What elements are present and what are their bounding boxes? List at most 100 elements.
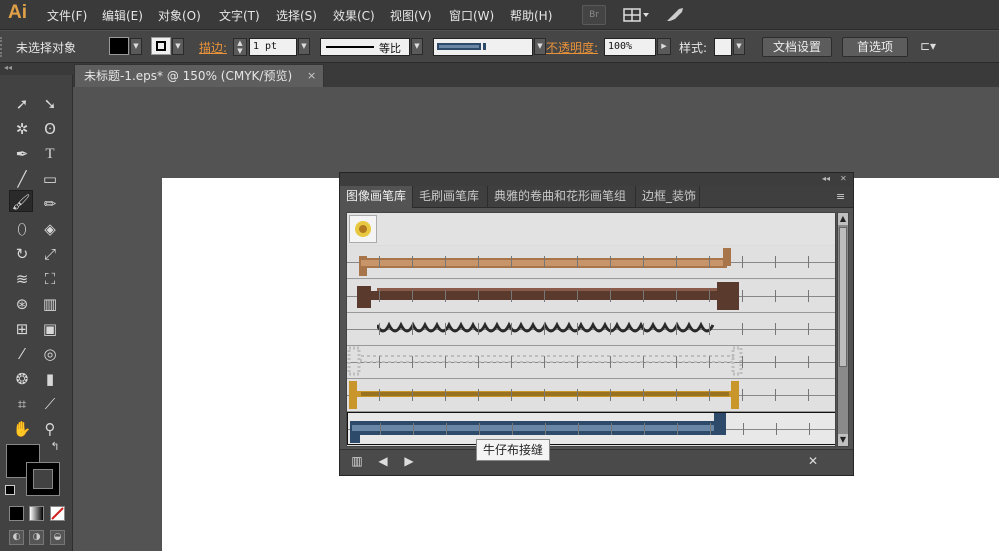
draw-behind-icon[interactable]: ◑ [29,530,44,545]
rectangle-tool-icon[interactable]: ▭ [38,168,62,190]
next-library-icon[interactable]: ▶ [400,454,418,468]
width-tool-icon[interactable]: ≋ [10,268,34,290]
perspective-grid-tool-icon[interactable]: ▥ [38,293,62,315]
previous-library-icon[interactable]: ◀ [374,454,392,468]
stroke-label[interactable]: 描边: [199,39,227,56]
opacity-stepper-icon[interactable]: ▶ [657,38,671,55]
lasso-tool-icon[interactable]: ʘ [38,118,62,140]
menu-edit[interactable]: 编辑(E) [102,7,143,24]
menu-effect[interactable]: 效果(C) [333,7,375,24]
brush-row-denim[interactable] [347,412,835,445]
eyedropper-tool-icon[interactable]: ⁄ [10,343,34,365]
color-mode-button[interactable] [9,506,24,521]
opacity-label[interactable]: 不透明度: [546,39,598,56]
magic-wand-tool-icon[interactable]: ✲ [10,118,34,140]
eraser-tool-icon[interactable]: ◈ [38,218,62,240]
panel-title-bar[interactable]: ◂◂ ✕ [340,173,853,186]
close-icon[interactable]: × [307,65,316,87]
pencil-tool-icon[interactable]: ✏ [38,193,62,215]
stroke-weight-dropdown-icon[interactable]: ▼ [298,38,310,55]
flower-brush-thumbnail[interactable] [349,215,377,243]
align-options-icon[interactable]: ⊏▾ [920,39,936,53]
collapse-icon[interactable]: ◂◂ [822,174,830,183]
brush-dropdown-icon[interactable]: ▼ [534,38,546,55]
graphic-style-swatch[interactable] [714,38,732,56]
tab-elegant-curl-brush-set[interactable]: 典雅的卷曲和花形画笔组 [488,186,636,208]
menu-object[interactable]: 对象(O) [158,7,201,24]
bridge-button[interactable]: Br [582,5,606,25]
gradient-tool-icon[interactable]: ▣ [38,318,62,340]
slice-tool-icon[interactable]: ⟋ [38,393,62,415]
gpu-performance-button[interactable] [662,5,688,25]
draw-inside-icon[interactable]: ◒ [50,530,65,545]
panel-options-icon[interactable]: ✕ [804,454,822,468]
menu-view[interactable]: 视图(V) [390,7,432,24]
close-icon[interactable]: ✕ [840,174,847,183]
draw-normal-icon[interactable]: ◐ [9,530,24,545]
selection-tool-icon[interactable]: ➚ [10,93,34,115]
opacity-input[interactable]: 100% [604,38,656,56]
fill-color-control[interactable] [109,37,129,55]
stroke-swatch[interactable] [26,462,60,496]
control-bar-grip[interactable] [0,37,5,57]
zoom-tool-icon[interactable]: ⚲ [38,418,62,440]
menu-select[interactable]: 选择(S) [276,7,317,24]
stroke-weight-stepper[interactable]: ▲ ▼ [233,38,247,56]
tools-panel-grip[interactable]: ◂◂ [0,63,73,75]
free-transform-tool-icon[interactable]: ⛶ [38,268,62,290]
brush-libraries-menu-icon[interactable]: ▥ [348,454,366,468]
default-fill-stroke-icon[interactable] [5,485,15,495]
paintbrush-tool-icon[interactable]: 🖌 [9,190,33,212]
preferences-button[interactable]: 首选项 [842,37,908,57]
none-mode-button[interactable] [50,506,65,521]
variable-width-profile[interactable]: 等比 [320,38,410,56]
symbol-sprayer-tool-icon[interactable]: ❂ [10,368,34,390]
scroll-up-arrow-icon[interactable]: ▲ [838,213,848,225]
column-graph-tool-icon[interactable]: ▮ [38,368,62,390]
artboard-tool-icon[interactable]: ⌗ [10,393,34,415]
row-tick [775,356,776,368]
style-dropdown-icon[interactable]: ▼ [733,38,745,55]
arrange-documents-button[interactable] [620,5,652,25]
row-tick [577,290,578,302]
scroll-thumb[interactable] [839,227,847,367]
type-tool-icon[interactable]: T [38,143,62,165]
stroke-dropdown-arrow-icon[interactable]: ▼ [172,38,184,55]
shape-builder-tool-icon[interactable]: ⊛ [10,293,34,315]
tab-border-decorative[interactable]: 边框_装饰 [636,186,700,208]
line-segment-tool-icon[interactable]: ╱ [10,168,34,190]
scale-tool-icon[interactable]: ⤢ [38,243,62,265]
menu-file[interactable]: 文件(F) [47,7,87,24]
brush-row-rope[interactable] [347,246,835,279]
brush-row-coil[interactable] [347,313,835,346]
blend-tool-icon[interactable]: ◎ [38,343,62,365]
brush-row-dots[interactable] [347,346,835,379]
menu-type[interactable]: 文字(T) [219,7,260,24]
menu-help[interactable]: 帮助(H) [510,7,552,24]
panel-menu-icon[interactable]: ≡ [836,190,845,203]
brush-row-gold[interactable] [347,379,835,412]
brush-definition-control[interactable] [433,38,533,56]
tab-image-brush-library[interactable]: 图像画笔库 [340,186,413,208]
stroke-color-control[interactable] [151,37,171,55]
rotate-tool-icon[interactable]: ↻ [10,243,34,265]
pen-tool-icon[interactable]: ✒ [10,143,34,165]
document-tab[interactable]: 未标题-1.eps* @ 150% (CMYK/预览) × [74,64,324,87]
profile-dropdown-icon[interactable]: ▼ [411,38,423,55]
brush-row-chain[interactable] [347,280,835,313]
brush-list-scrollbar[interactable]: ▲ ▼ [837,212,849,447]
blob-brush-tool-icon[interactable]: ⬯ [10,218,34,240]
direct-selection-tool-icon[interactable]: ➘ [38,93,62,115]
scroll-down-arrow-icon[interactable]: ▼ [838,434,848,446]
tab-bristle-brush-library[interactable]: 毛刷画笔库 [413,186,488,208]
stroke-weight-input[interactable]: 1 pt [249,38,297,56]
hand-tool-icon[interactable]: ✋ [10,418,34,440]
mesh-tool-icon[interactable]: ⊞ [10,318,34,340]
document-setup-button[interactable]: 文档设置 [762,37,832,57]
row-tick [512,423,513,435]
row-tick [643,290,644,302]
gradient-mode-button[interactable] [29,506,44,521]
swap-fill-stroke-icon[interactable]: ↰ [48,440,62,454]
fill-dropdown-arrow-icon[interactable]: ▼ [130,38,142,55]
menu-window[interactable]: 窗口(W) [449,7,494,24]
